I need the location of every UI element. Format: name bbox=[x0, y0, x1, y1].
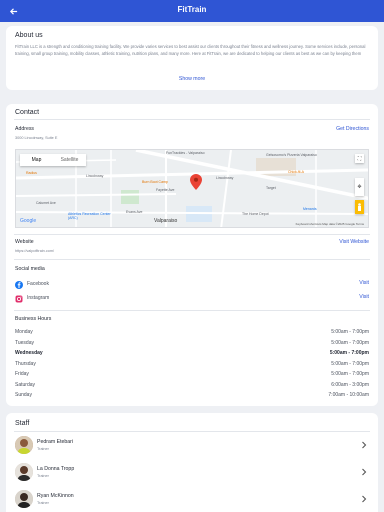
avatar-photo bbox=[15, 436, 33, 454]
hours-row-friday: Friday 5:00am - 7:00pm bbox=[15, 371, 369, 381]
about-card: About us FitTrain LLC is a strength and … bbox=[6, 26, 378, 90]
map-divider bbox=[14, 234, 370, 235]
map-label-12: Calumet Ave bbox=[36, 201, 56, 205]
hours-day: Friday bbox=[15, 371, 29, 377]
map-label-15: The Home Depot bbox=[242, 212, 269, 216]
staff-row[interactable]: La Donna Tropp Trainer bbox=[15, 463, 369, 483]
about-text: FitTrain LLC is a strength and condition… bbox=[15, 44, 366, 56]
staff-title: Staff bbox=[15, 420, 30, 427]
map-label-6: Burn Boot Camp bbox=[142, 180, 168, 184]
contact-title: Contact bbox=[15, 109, 40, 116]
hours-day: Monday bbox=[15, 329, 33, 335]
address-label: Address bbox=[15, 126, 35, 132]
map-label-10: Fayette Ave bbox=[156, 188, 175, 192]
hours-row-tuesday: Tuesday 5:00am - 7:00pm bbox=[15, 340, 369, 350]
chevron-right-icon bbox=[362, 441, 367, 449]
hours-row-thursday: Thursday 5:00am - 7:00pm bbox=[15, 361, 369, 371]
hours-row-saturday: Saturday 6:00am - 3:00pm bbox=[15, 382, 369, 392]
pegman-icon[interactable] bbox=[355, 200, 364, 214]
staff-role: Trainer bbox=[37, 501, 49, 505]
staff-role: Trainer bbox=[37, 474, 49, 478]
hours-time: 5:00am - 7:00pm bbox=[331, 360, 369, 367]
map-pan-control[interactable]: ✥ bbox=[355, 178, 364, 196]
hours-day: Wednesday bbox=[15, 350, 43, 356]
map-type-toggle[interactable]: Map Satellite bbox=[20, 154, 86, 166]
map-label-2: Gelsosomo's Pizzeria Valparaiso bbox=[266, 153, 317, 157]
avatar bbox=[15, 463, 33, 481]
satellite-tab[interactable]: Satellite bbox=[53, 154, 86, 166]
pegman-figure bbox=[358, 203, 361, 211]
avatar-photo bbox=[15, 490, 33, 508]
social-row-facebook[interactable]: Facebook Visit bbox=[15, 280, 369, 290]
hours-day: Saturday bbox=[15, 381, 36, 388]
hours-day: Thursday bbox=[15, 360, 36, 367]
map-pin-icon[interactable] bbox=[190, 174, 202, 190]
fullscreen-button[interactable]: ⛶ bbox=[355, 154, 364, 163]
about-title: About us bbox=[15, 32, 43, 39]
map-label-3: Lincolnway bbox=[86, 174, 104, 178]
map-label-14: Valparaiso bbox=[154, 218, 178, 224]
staff-name: Ryan McKinnon bbox=[37, 493, 74, 499]
map-label-5: Radius bbox=[26, 171, 37, 175]
staff-name: Pedram Etebari bbox=[37, 439, 74, 445]
map-tab[interactable]: Map bbox=[20, 154, 53, 166]
hours-time: 5:00am - 7:00pm bbox=[331, 371, 369, 377]
staff-role: Trainer bbox=[37, 447, 49, 451]
facebook-label: Facebook bbox=[27, 281, 49, 287]
map-label-8: Chick-fil-A bbox=[288, 170, 304, 174]
hours-row-monday: Monday 5:00am - 7:00pm bbox=[15, 329, 369, 339]
hours-time: 5:00am - 7:00pm bbox=[331, 339, 369, 346]
google-logo: Google bbox=[20, 218, 37, 224]
instagram-label: Instagram bbox=[27, 295, 50, 301]
social-divider bbox=[14, 310, 370, 311]
hours-row-wednesday: Wednesday 5:00am - 7:00pm bbox=[15, 350, 369, 360]
avatar bbox=[15, 490, 33, 508]
staff-row[interactable]: Ryan McKinnon Trainer bbox=[15, 490, 369, 510]
page-title: FitTrain bbox=[177, 5, 207, 14]
hours-day: Tuesday bbox=[15, 339, 34, 346]
business-hours-label: Business Hours bbox=[15, 316, 52, 322]
facebook-visit-link[interactable]: Visit bbox=[359, 280, 369, 286]
location-map[interactable]: Map Satellite ⛶ ✥ FunTrackles - Valparai… bbox=[15, 149, 369, 228]
staff-divider bbox=[14, 431, 370, 432]
contact-card: Contact Address 3000 Lincolnway, Suite E… bbox=[6, 104, 378, 406]
hours-time: 5:00am - 7:00pm bbox=[329, 350, 369, 356]
social-media-label: Social media bbox=[15, 266, 45, 272]
contact-divider bbox=[14, 119, 370, 120]
website-divider bbox=[14, 259, 370, 260]
map-label-11: Evans Ave bbox=[126, 210, 143, 214]
hours-time: 7:00am - 10:00am bbox=[328, 392, 369, 398]
visit-website-link[interactable]: Visit Website bbox=[339, 239, 369, 245]
map-label-9: Menards bbox=[303, 207, 317, 211]
staff-card: Staff Pedram Etebari Trainer La Donna Tr… bbox=[6, 413, 378, 512]
chevron-right-icon bbox=[362, 468, 367, 476]
instagram-icon bbox=[15, 295, 23, 303]
hours-day: Sunday bbox=[15, 392, 32, 398]
top-app-bar: FitTrain bbox=[0, 0, 384, 22]
social-row-instagram[interactable]: Instagram Visit bbox=[15, 294, 369, 304]
map-label-4: Lincolnway bbox=[216, 176, 234, 180]
hours-time: 5:00am - 7:00pm bbox=[331, 329, 369, 335]
address-value: 3000 Lincolnway, Suite E bbox=[15, 136, 58, 140]
map-label-13: Athletics Recreation Center (ARC) bbox=[68, 212, 111, 220]
map-footer: Keyboard shortcuts Map data ©2025 Google… bbox=[295, 222, 364, 226]
get-directions-link[interactable]: Get Directions bbox=[336, 126, 369, 132]
avatar bbox=[15, 436, 33, 454]
facebook-icon bbox=[15, 281, 23, 289]
hours-row-sunday: Sunday 7:00am - 10:00am bbox=[15, 392, 369, 402]
staff-row[interactable]: Pedram Etebari Trainer bbox=[15, 436, 369, 456]
instagram-visit-link[interactable]: Visit bbox=[359, 294, 369, 300]
staff-name: La Donna Tropp bbox=[37, 466, 75, 472]
avatar-photo bbox=[15, 463, 33, 481]
map-label-1: FunTrackles - Valparaiso bbox=[166, 151, 205, 155]
show-more-link[interactable]: Show more bbox=[6, 76, 378, 82]
website-label: Website bbox=[15, 239, 34, 245]
hours-time: 6:00am - 3:00pm bbox=[331, 381, 369, 388]
map-label-7: Target bbox=[266, 186, 276, 190]
chevron-right-icon bbox=[362, 495, 367, 503]
website-value: https://valpofitrain.com/ bbox=[15, 249, 55, 253]
